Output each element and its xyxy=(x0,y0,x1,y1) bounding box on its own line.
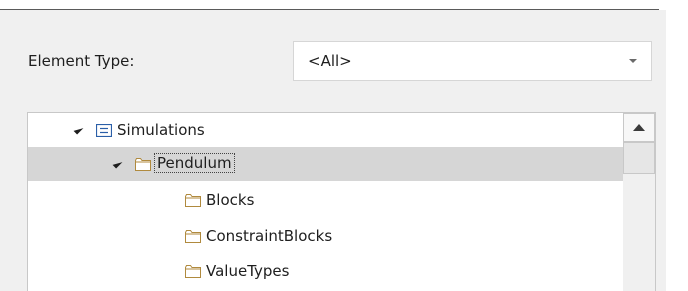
folder-icon xyxy=(185,265,201,278)
chevron-down-icon xyxy=(629,59,637,63)
expand-arrow-icon[interactable] xyxy=(73,124,84,135)
folder-icon xyxy=(185,230,201,243)
tree-vertical-scrollbar[interactable] xyxy=(623,113,655,291)
tree-row-pendulum[interactable]: Pendulum xyxy=(28,147,624,181)
tree-row-simulations[interactable]: Simulations xyxy=(28,113,624,147)
tree-node-label: Pendulum xyxy=(154,153,235,173)
tree-node-label: ConstraintBlocks xyxy=(206,227,333,245)
tree-node-label: Blocks xyxy=(206,191,255,209)
expand-arrow-icon[interactable] xyxy=(112,158,123,169)
folder-icon xyxy=(135,158,151,171)
tree-row-valuetypes[interactable]: ValueTypes xyxy=(28,254,624,288)
chevron-up-icon xyxy=(633,124,645,131)
scroll-thumb[interactable] xyxy=(623,142,655,174)
package-tree[interactable]: Simulations Pendulum Blocks ConstraintBl… xyxy=(27,112,656,291)
tree-node-label: Simulations xyxy=(117,121,205,139)
tree-row-blocks[interactable]: Blocks xyxy=(28,183,624,217)
element-type-label: Element Type: xyxy=(28,52,135,70)
model-package-icon xyxy=(96,124,112,137)
scroll-up-button[interactable] xyxy=(623,113,655,142)
tree-row-constraintblocks[interactable]: ConstraintBlocks xyxy=(28,219,624,253)
tree-node-label: ValueTypes xyxy=(206,262,290,280)
element-type-dropdown[interactable]: <All> xyxy=(293,41,652,81)
window-right-edge xyxy=(666,0,688,291)
folder-icon xyxy=(185,194,201,207)
element-type-selected-value: <All> xyxy=(308,52,352,70)
